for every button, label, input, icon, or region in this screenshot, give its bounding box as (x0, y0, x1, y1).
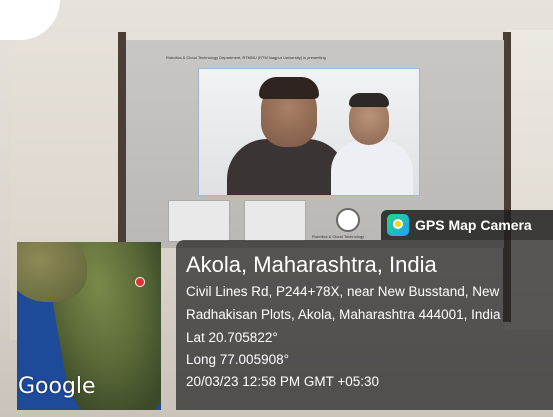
longitude: Long 77.005908° (186, 352, 289, 367)
video-thumbnail-1 (168, 200, 230, 242)
map-pin-icon (135, 277, 145, 287)
address-line-2: Radhakisan Plots, Akola, Maharashtra 444… (186, 307, 501, 322)
institution-logo-icon (336, 208, 360, 232)
timestamp: 20/03/23 12:58 PM GMT +05:30 (186, 374, 380, 389)
video-thumbnail-2 (244, 200, 306, 242)
thumbnail-label: Robotics & Cloud Technology (312, 234, 365, 239)
video-call-main (198, 68, 420, 196)
latitude: Lat 20.705822° (186, 330, 278, 345)
address-line-1: Civil Lines Rd, P244+78X, near New Busst… (186, 284, 500, 299)
white-corner (0, 0, 60, 40)
person-left-hair (259, 77, 319, 99)
gps-app-tag: GPS Map Camera (381, 210, 553, 240)
gps-map-camera-icon (387, 214, 409, 236)
google-logo: Google (18, 374, 96, 399)
screen-topbar: Robotics & Cloud Technology Department, … (166, 55, 326, 60)
person-right-hair (349, 93, 389, 107)
person-right-body (331, 141, 413, 195)
photo-scene: Robotics & Cloud Technology Department, … (0, 0, 553, 417)
location-title: Akola, Maharashtra, India (186, 252, 437, 277)
person-left-body (227, 139, 347, 195)
map-land-secondary (17, 242, 87, 302)
gps-app-name: GPS Map Camera (415, 217, 532, 233)
